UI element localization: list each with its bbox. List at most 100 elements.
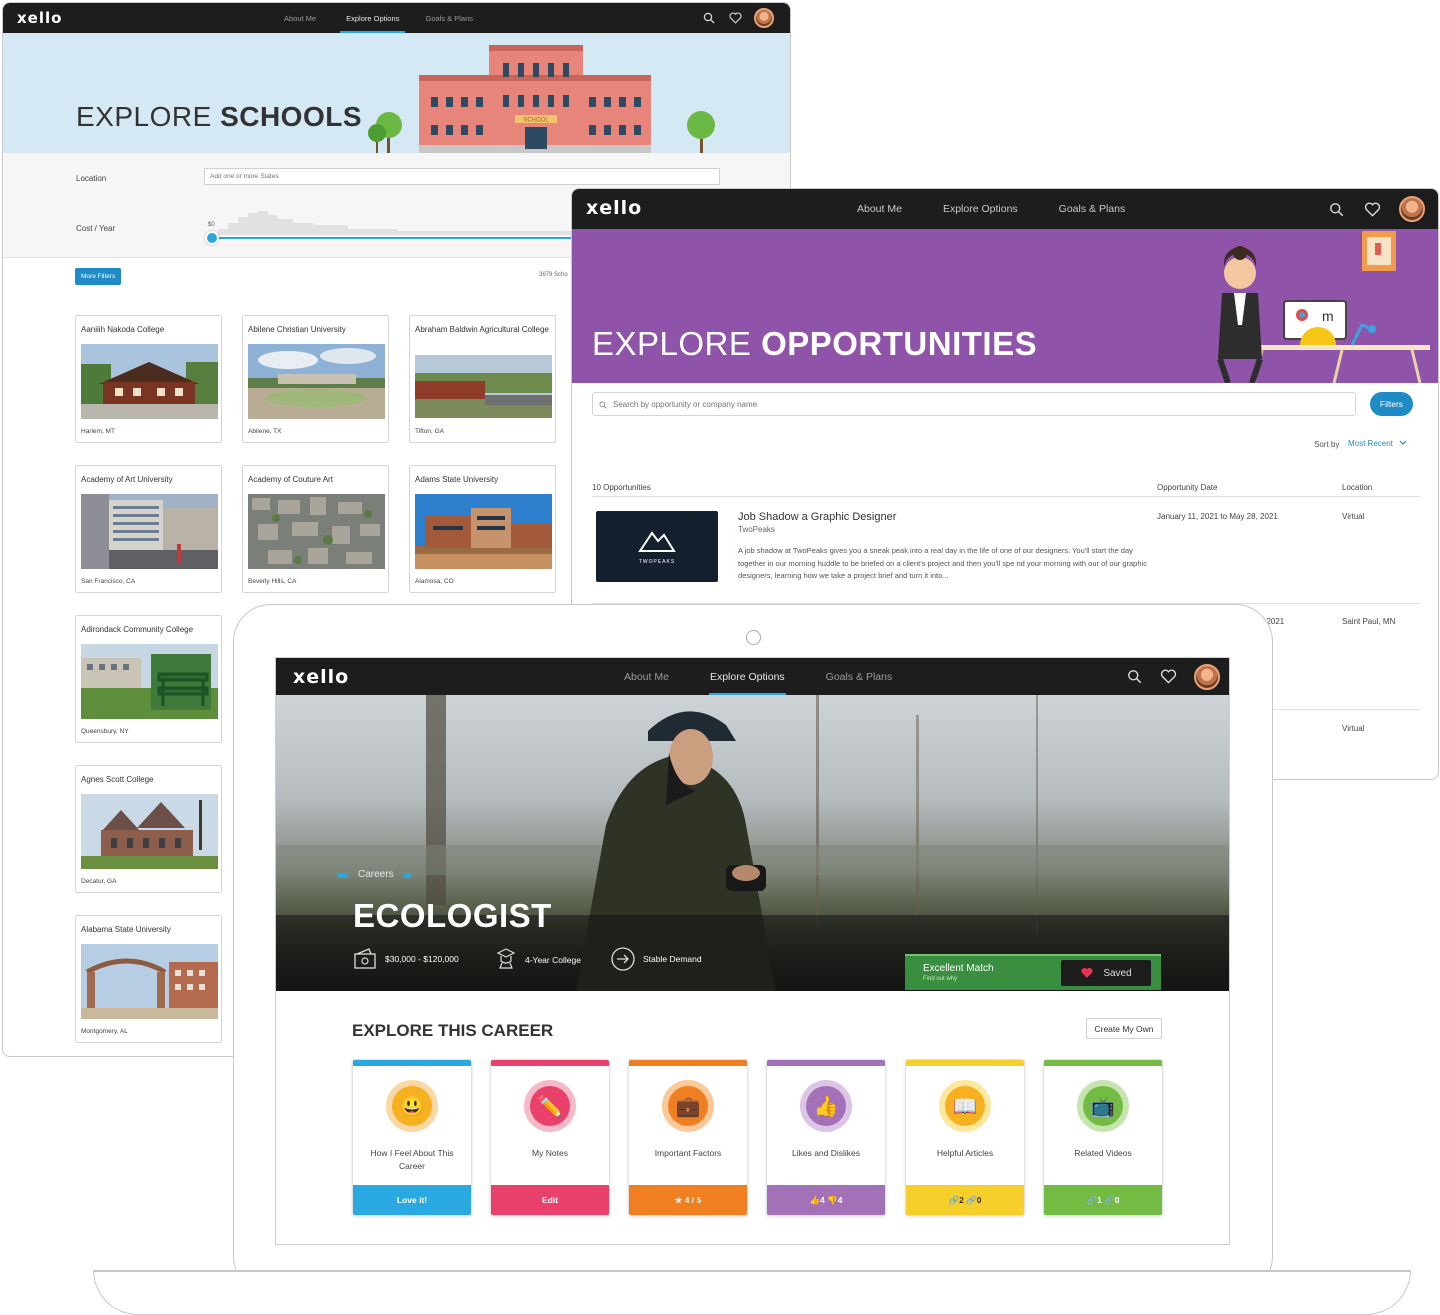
mountain-logo-icon: [638, 531, 676, 552]
education-level: 4-Year College: [525, 955, 581, 965]
ecologist-photo: [276, 695, 1229, 991]
school-card[interactable]: Abraham Baldwin Agricultural College Tif…: [409, 315, 556, 443]
love-it-button[interactable]: Love it!: [353, 1185, 471, 1215]
column-header-location: Location: [1342, 483, 1373, 492]
career-card-my-notes[interactable]: ✏️ My Notes Edit: [490, 1059, 610, 1216]
create-my-own-button[interactable]: Create My Own: [1086, 1018, 1162, 1039]
school-card[interactable]: Adams State University Alamosa, CO: [409, 465, 556, 593]
search-icon[interactable]: [1127, 669, 1142, 684]
school-name: Academy of Art University: [81, 475, 173, 484]
school-card[interactable]: Adirondack Community College Queensbury,…: [75, 615, 222, 743]
career-hero: Careers ECOLOGIST $30,000 - $120,000 4-Y…: [276, 695, 1229, 991]
search-input[interactable]: [592, 392, 1356, 416]
top-nav: xello About Me Explore Options Goals & P…: [3, 3, 790, 33]
school-photo: [81, 494, 218, 569]
location-input[interactable]: [204, 168, 720, 185]
career-card-likes-dislikes[interactable]: 👍 Likes and Dislikes 👍4 👎4: [766, 1059, 886, 1216]
heart-icon[interactable]: [729, 12, 742, 24]
nav-explore-options[interactable]: Explore Options: [943, 189, 1018, 229]
videos-count-button[interactable]: 🔗1 🔗0: [1044, 1185, 1162, 1215]
school-photo: [81, 944, 218, 1019]
school-name: Agnes Scott College: [81, 775, 154, 784]
career-card-related-videos[interactable]: 📺 Related Videos 🔗1 🔗0: [1043, 1059, 1163, 1216]
page-title: EXPLORE OPPORTUNITIES: [592, 325, 1038, 362]
school-location: Alamosa, CO: [415, 578, 454, 585]
opportunity-date: January 11, 2021 to May 28, 2021: [1157, 512, 1278, 521]
likes-count-button[interactable]: 👍4 👎4: [767, 1185, 885, 1215]
opportunity-description: A job shadow at TwoPeaks gives you a sne…: [738, 546, 1147, 580]
rating-button[interactable]: ★ 4 / 5: [629, 1185, 747, 1215]
card-title: Related Videos: [1074, 1148, 1132, 1158]
school-photo: [248, 344, 385, 419]
school-photo: [81, 644, 218, 719]
career-screen: xello About Me Explore Options Goals & P…: [275, 657, 1230, 1245]
filters-button[interactable]: Filters: [1370, 392, 1413, 416]
opportunity-title[interactable]: Job Shadow a Graphic Designer: [738, 511, 896, 523]
xello-logo[interactable]: xello: [17, 9, 62, 27]
opportunity-row[interactable]: TWOPEAKS Job Shadow a Graphic Designer T…: [572, 497, 1438, 603]
career-card-helpful-articles[interactable]: 📖 Helpful Articles 🔗2 🔗0: [905, 1059, 1025, 1216]
nav-explore-options[interactable]: Explore Options: [708, 658, 786, 695]
school-card[interactable]: Alabama State University Montgomery, AL: [75, 915, 222, 1043]
tree-illustration: [687, 111, 715, 155]
book-icon: 📖: [939, 1080, 991, 1132]
avatar[interactable]: [1194, 663, 1220, 690]
nav-about-me[interactable]: About Me: [276, 3, 324, 33]
search-icon: [599, 401, 607, 409]
nav-goals-plans[interactable]: Goals & Plans: [425, 3, 473, 33]
nav-about-me[interactable]: About Me: [624, 658, 669, 695]
school-location: Montgomery, AL: [81, 1028, 128, 1035]
accent-bar: [338, 873, 348, 878]
smiley-icon: 😃: [386, 1080, 438, 1132]
sort-dropdown[interactable]: Most Recent: [1348, 439, 1407, 448]
xello-logo[interactable]: xello: [586, 197, 642, 219]
match-banner[interactable]: Excellent Match Find out why Saved: [905, 954, 1161, 990]
school-card[interactable]: Abilene Christian University Abilene, TX: [242, 315, 389, 443]
school-name: Abraham Baldwin Agricultural College: [415, 325, 549, 334]
more-filters-button[interactable]: More Filters: [75, 268, 122, 285]
school-card[interactable]: Academy of Couture Art Beverly Hills, CA: [242, 465, 389, 593]
cost-slider-track[interactable]: [212, 237, 572, 239]
xello-logo[interactable]: xello: [293, 666, 349, 688]
nav-explore-options[interactable]: Explore Options: [340, 3, 406, 33]
card-color-bar: [906, 1060, 1024, 1066]
nav-about-me[interactable]: About Me: [857, 189, 902, 229]
opportunities-hero: EXPLORE OPPORTUNITIES m: [572, 229, 1438, 383]
school-card[interactable]: Academy of Art University San Francisco,…: [75, 465, 222, 593]
arrow-right-circle-icon: [611, 947, 635, 971]
heart-icon[interactable]: [1364, 202, 1381, 217]
column-header-date: Opportunity Date: [1157, 483, 1218, 492]
cost-min-value: $0: [208, 222, 215, 228]
top-nav: xello About Me Explore Options Goals & P…: [572, 189, 1438, 229]
school-location: Decatur, GA: [81, 878, 117, 885]
nav-goals-plans[interactable]: Goals & Plans: [1059, 189, 1126, 229]
company-name: TwoPeaks: [738, 525, 775, 534]
school-photo: [415, 355, 552, 418]
saved-button[interactable]: Saved: [1061, 960, 1151, 986]
cost-slider-handle[interactable]: [205, 231, 219, 245]
office-illustration: m: [1217, 231, 1430, 383]
career-category[interactable]: Careers: [358, 869, 394, 880]
tree-illustration: [368, 112, 402, 153]
heart-icon[interactable]: [1160, 669, 1177, 684]
school-card[interactable]: Aaniiih Nakoda College Harlem, MT: [75, 315, 222, 443]
career-card-how-i-feel[interactable]: 😃 How I Feel About This Career Love it!: [352, 1059, 472, 1216]
opportunity-location: Saint Paul, MN: [1342, 617, 1396, 626]
card-color-bar: [1044, 1060, 1162, 1066]
page-title: EXPLORE SCHOOLS: [76, 101, 363, 132]
search-icon[interactable]: [703, 12, 715, 24]
school-card[interactable]: Agnes Scott College Decatur, GA: [75, 765, 222, 893]
nav-goals-plans[interactable]: Goals & Plans: [826, 658, 893, 695]
school-name: Alabama State University: [81, 925, 171, 934]
edit-button[interactable]: Edit: [491, 1185, 609, 1215]
search-icon[interactable]: [1329, 202, 1344, 217]
thumbs-icon: 👍: [800, 1080, 852, 1132]
match-sublabel[interactable]: Find out why: [923, 976, 957, 982]
career-card-important-factors[interactable]: 💼 Important Factors ★ 4 / 5: [628, 1059, 748, 1216]
avatar[interactable]: [1399, 196, 1425, 222]
school-name: Adams State University: [415, 475, 499, 484]
avatar[interactable]: [754, 8, 774, 28]
graduate-icon: [496, 948, 516, 969]
card-color-bar: [767, 1060, 885, 1066]
articles-count-button[interactable]: 🔗2 🔗0: [906, 1185, 1024, 1215]
